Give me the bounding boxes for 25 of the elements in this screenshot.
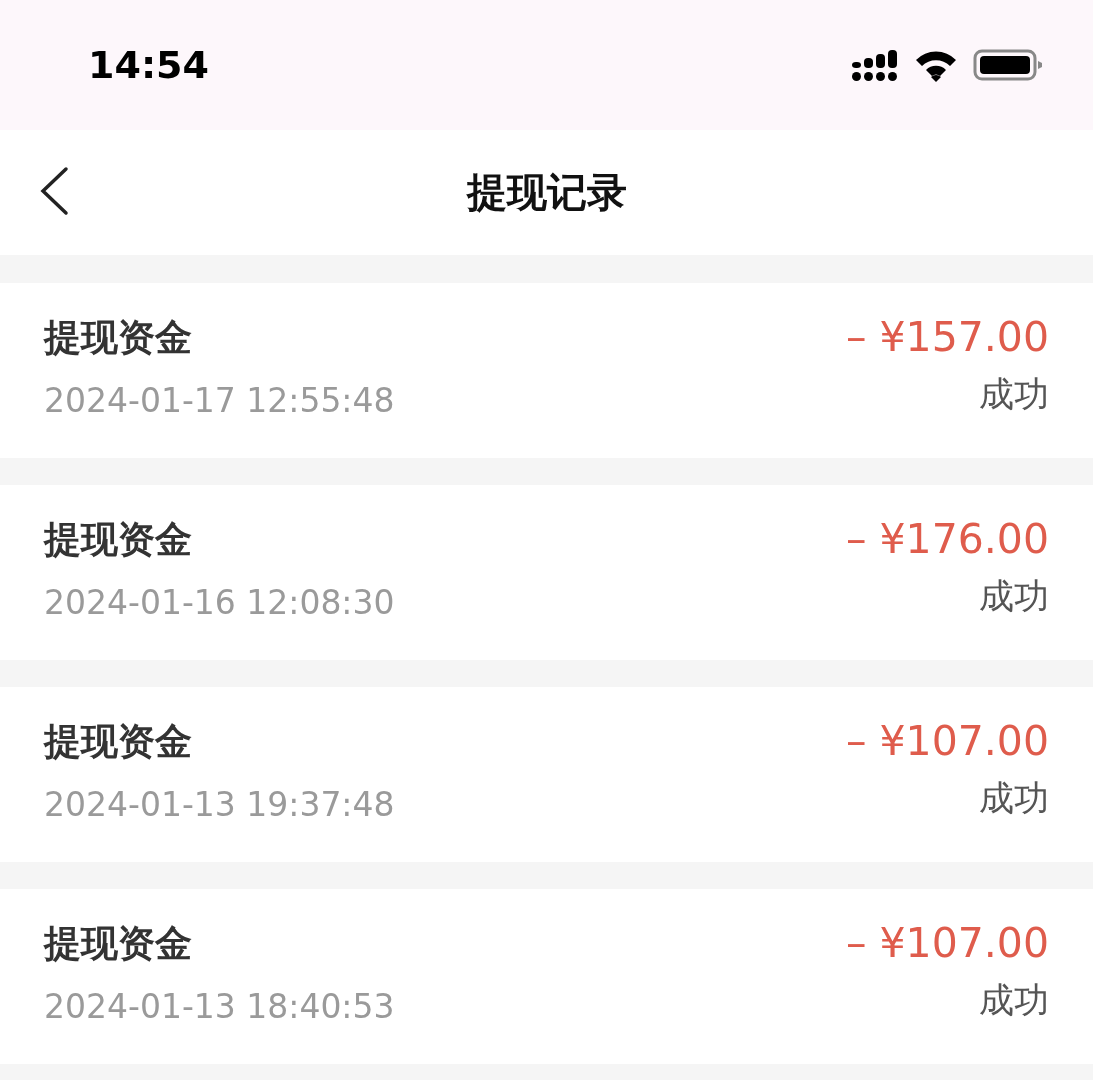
record-amount: – ¥107.00 xyxy=(845,919,1049,967)
record-title: 提现资金 xyxy=(44,921,193,967)
signal-icon xyxy=(851,48,899,82)
record-card[interactable]: 提现资金 2024-01-13 19:37:48 – ¥107.00 成功 xyxy=(0,687,1093,862)
record-date: 2024-01-13 18:40:53 xyxy=(44,987,395,1026)
record-card[interactable]: 提现资金 2024-01-16 12:08:30 – ¥176.00 成功 xyxy=(0,485,1093,660)
battery-icon xyxy=(973,49,1043,81)
record-amount: – ¥157.00 xyxy=(845,313,1049,361)
record-title: 提现资金 xyxy=(44,719,193,765)
record-card[interactable]: 提现资金 2024-01-13 18:40:53 – ¥107.00 成功 xyxy=(0,889,1093,1064)
record-status: 成功 xyxy=(979,373,1049,416)
record-amount: – ¥176.00 xyxy=(845,515,1049,563)
back-icon[interactable] xyxy=(38,166,70,216)
record-title: 提现资金 xyxy=(44,315,193,361)
record-status: 成功 xyxy=(979,777,1049,820)
page-title: 提现记录 xyxy=(466,168,627,217)
record-title: 提现资金 xyxy=(44,517,193,563)
record-status: 成功 xyxy=(979,575,1049,618)
record-amount: – ¥107.00 xyxy=(845,717,1049,765)
status-time: 14:54 xyxy=(88,43,209,87)
record-date: 2024-01-17 12:55:48 xyxy=(44,381,395,420)
record-date: 2024-01-16 12:08:30 xyxy=(44,583,395,622)
record-card[interactable]: 提现资金 2024-01-17 12:55:48 – ¥157.00 成功 xyxy=(0,283,1093,458)
record-date: 2024-01-13 19:37:48 xyxy=(44,785,395,824)
record-status: 成功 xyxy=(979,979,1049,1022)
